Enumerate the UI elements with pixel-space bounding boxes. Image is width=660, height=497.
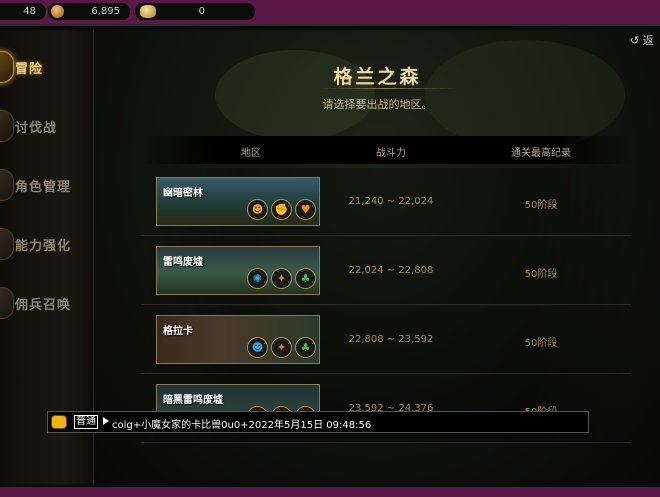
sidebar-item-adventure[interactable]: 冒险 bbox=[0, 46, 94, 86]
enhance-emblem-icon bbox=[0, 228, 14, 260]
emoji-icon bbox=[51, 415, 67, 429]
page-title: 格兰之森 bbox=[333, 66, 422, 88]
gold-display: 6,895 bbox=[48, 3, 130, 20]
region-name: 雷鸣废墟 bbox=[163, 257, 203, 268]
bottom-bar bbox=[0, 487, 660, 497]
level-value: 48 bbox=[23, 6, 36, 17]
adventure-emblem-icon bbox=[0, 51, 14, 83]
sidebar-item-character[interactable]: 角色管理 bbox=[0, 164, 94, 204]
column-header-region: 地区 bbox=[241, 148, 261, 159]
sidebar-item-raid[interactable]: 讨伐战 bbox=[0, 105, 94, 145]
chat-channel-tag: 普通 bbox=[74, 415, 98, 429]
character-emblem-icon bbox=[0, 169, 14, 201]
blue-creature-icon: ✺ bbox=[247, 268, 268, 289]
back-button[interactable]: ↺ 返 bbox=[630, 32, 660, 47]
gold-value: 6,895 bbox=[91, 6, 120, 17]
sidebar-item-enhance[interactable]: 能力强化 bbox=[0, 223, 94, 263]
power-range: 21,240 ~ 22,024 bbox=[348, 196, 434, 207]
best-record: 50阶段 bbox=[524, 200, 558, 211]
cera-value: 0 bbox=[198, 6, 205, 17]
resource-bar: 48 6,895 0 bbox=[0, 0, 660, 24]
region-card-thunder-ruins[interactable]: 雷鸣废墟 ✺ ✦ ♣ bbox=[156, 246, 320, 295]
play-arrow-icon bbox=[103, 417, 109, 425]
fire-spark-icon: ✦ bbox=[271, 268, 292, 289]
column-header-record: 通关最高纪录 bbox=[511, 148, 571, 159]
table-row: 格拉卡 ☻ ✦ ♣ 22,808 ~ 23,592 50阶段 bbox=[141, 306, 631, 374]
best-record: 50阶段 bbox=[524, 269, 558, 280]
background-foliage bbox=[425, 40, 625, 150]
sidebar-item-label: 佣兵召唤 bbox=[15, 298, 72, 313]
sidebar-item-label: 能力强化 bbox=[15, 239, 72, 254]
sidebar-item-label: 冒险 bbox=[15, 62, 44, 77]
sidebar-item-label: 讨伐战 bbox=[15, 121, 58, 136]
chat-message-text: colg+小魔女家的卡比兽0u0+2022年5月15日 09:48:56 bbox=[112, 420, 372, 431]
region-name: 暗黑雷鸣废墟 bbox=[163, 395, 223, 406]
fist-icon: ✊ bbox=[271, 199, 292, 220]
region-card-dark-forest[interactable]: 幽暗密林 ☻ ✊ ♥ bbox=[156, 177, 320, 226]
fire-spark-icon: ✦ bbox=[271, 337, 292, 358]
cera-coins-icon bbox=[140, 5, 156, 18]
raid-emblem-icon bbox=[0, 110, 14, 142]
mercenary-emblem-icon bbox=[0, 287, 14, 319]
sidebar-item-mercenary[interactable]: 佣兵召唤 bbox=[0, 282, 94, 322]
column-header-power: 战斗力 bbox=[376, 148, 406, 159]
power-range: 22,808 ~ 23,592 bbox=[348, 334, 434, 345]
level-display: 48 bbox=[0, 3, 46, 20]
sidebar-item-label: 角色管理 bbox=[15, 180, 72, 195]
power-range: 22,024 ~ 22,808 bbox=[348, 265, 434, 276]
monster-face-icon: ☻ bbox=[247, 199, 268, 220]
table-header: 地区 战斗力 通关最高纪录 bbox=[141, 136, 631, 164]
title-divider bbox=[317, 88, 457, 89]
page-subtitle: 请选择要出战的地区。 bbox=[322, 98, 433, 111]
chat-message-line[interactable]: 普通 colg+小魔女家的卡比兽0u0+2022年5月15日 09:48:56 bbox=[47, 411, 589, 433]
gold-coin-icon bbox=[51, 5, 64, 18]
best-record: 50阶段 bbox=[524, 338, 558, 349]
blue-mask-icon: ☻ bbox=[247, 337, 268, 358]
table-row: 雷鸣废墟 ✺ ✦ ♣ 22,024 ~ 22,808 50阶段 bbox=[141, 237, 631, 305]
region-name: 幽暗密林 bbox=[163, 188, 203, 199]
table-row: 幽暗密林 ☻ ✊ ♥ 21,240 ~ 22,024 50阶段 bbox=[141, 168, 631, 236]
region-card-graka[interactable]: 格拉卡 ☻ ✦ ♣ bbox=[156, 315, 320, 364]
cera-display: 0 bbox=[135, 3, 255, 20]
region-name: 格拉卡 bbox=[163, 326, 193, 337]
